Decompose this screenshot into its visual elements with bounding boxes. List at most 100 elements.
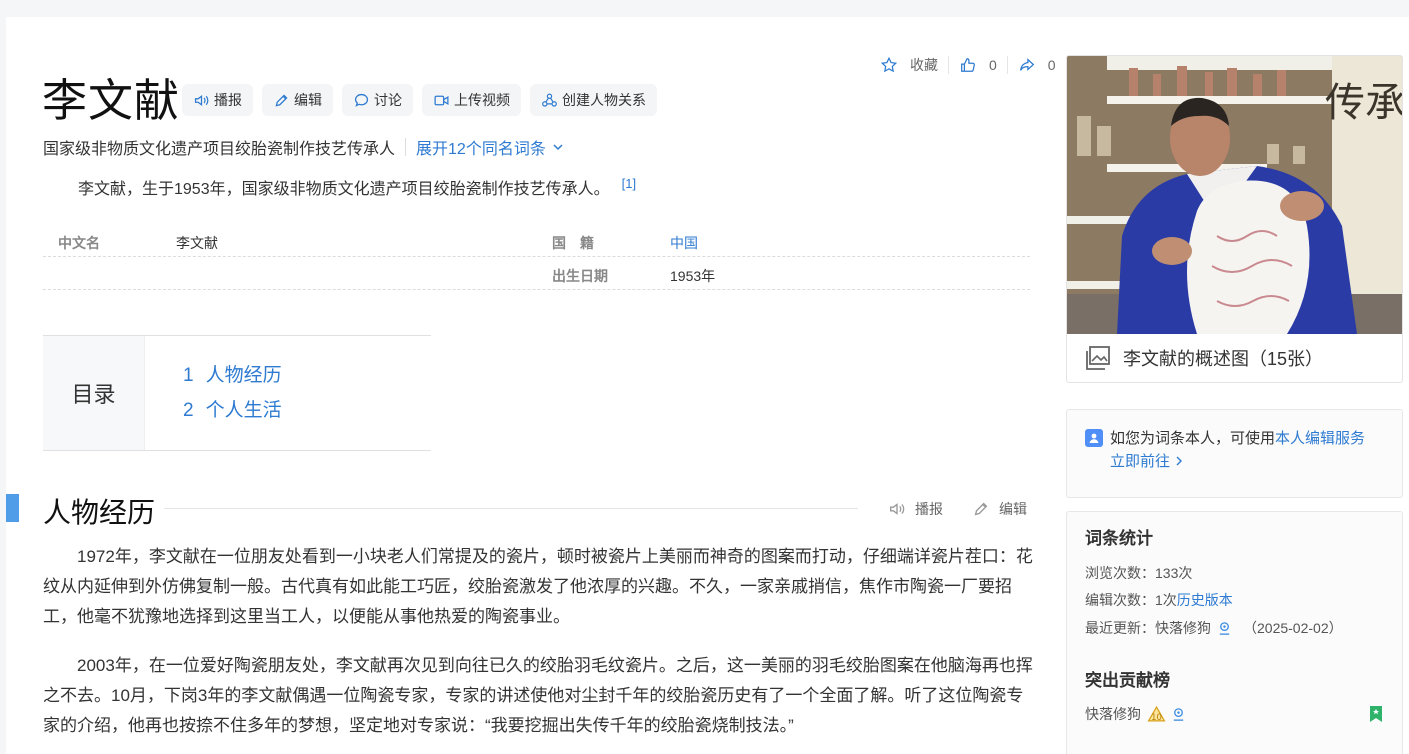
self-edit-prompt-text: 如您为词条本人，可使用 xyxy=(1110,430,1276,447)
toc-item-number: 2 xyxy=(183,400,194,421)
section-actions: 播报 编辑 xyxy=(888,499,1027,519)
share-count: 0 xyxy=(1047,57,1056,73)
section-broadcast-label: 播报 xyxy=(915,501,943,517)
toc-list: 1 人物经历 2 个人生活 xyxy=(145,336,282,450)
section-divider xyxy=(164,508,858,509)
self-edit-service-link[interactable]: 本人编辑服务 xyxy=(1275,430,1365,447)
last-updated-row: 最近更新： 快落修狗 （2025-02-02） xyxy=(1085,618,1343,638)
edits-row: 编辑次数： 1次 历史版本 xyxy=(1085,590,1233,610)
basic-info-label: 国 籍 xyxy=(552,235,594,251)
warning-badge-icon: 10 xyxy=(1147,705,1166,721)
stats-title: 词条统计 xyxy=(1085,529,1153,548)
nationality-link[interactable]: 中国 xyxy=(670,233,698,253)
views-row: 浏览次数： 133次 xyxy=(1085,563,1192,583)
updated-label: 最近更新： xyxy=(1085,620,1155,636)
divider xyxy=(405,138,407,156)
image-gallery-icon xyxy=(1086,346,1110,370)
entry-summary: 李文献，生于1953年，国家级非物质文化遗产项目绞胎瓷制作技艺传承人。 [1] xyxy=(78,175,636,199)
upload-video-label: 上传视频 xyxy=(454,92,510,108)
page: 李文献 播报 编辑 讨论 上传视频 创建人物关系 收藏 0 0 国家级非物质文化… xyxy=(6,17,1409,754)
basic-info-row: 出生日期 1953年 xyxy=(43,257,1030,290)
paragraph: 1972年，李文献在一位朋友处看到一小块老人们常提及的瓷片，顿时被瓷片上美丽而神… xyxy=(43,547,1033,626)
contributors-title: 突出贡献榜 xyxy=(1085,671,1170,690)
views-value: 133次 xyxy=(1155,565,1193,581)
speaker-icon xyxy=(890,503,905,515)
share-arrow-icon xyxy=(1019,58,1035,71)
basic-info-table: 中文名 李文献 国 籍 中国 出生日期 1953年 xyxy=(43,224,1030,290)
video-camera-icon xyxy=(434,95,449,105)
section-edit-label: 编辑 xyxy=(999,501,1027,517)
portrait-photo: 传承 xyxy=(1067,56,1402,334)
toc-item-label: 个人生活 xyxy=(205,400,282,421)
table-of-contents: 目录 1 人物经历 2 个人生活 xyxy=(43,335,431,451)
album-card[interactable]: 传承 李文献的概述图（15张） xyxy=(1066,55,1403,383)
bookmark-icon[interactable] xyxy=(1368,705,1384,723)
paragraph: 2003年，在一位爱好陶瓷朋友处，李文献再次见到向往已久的绞胎羽毛纹瓷片。之后，… xyxy=(43,656,1033,735)
edits-label: 编辑次数： xyxy=(1085,592,1155,608)
favorite-button[interactable]: 收藏 xyxy=(880,55,938,75)
relation-icon xyxy=(542,93,557,107)
contributor-name[interactable]: 快落修狗 xyxy=(1085,704,1141,724)
top-actions: 收藏 0 0 xyxy=(880,55,1056,75)
divider xyxy=(1006,56,1008,74)
entry-subtitle: 国家级非物质文化遗产项目绞胎瓷制作技艺传承人 xyxy=(43,141,396,158)
contributor-row: 快落修狗 10 xyxy=(1085,704,1192,724)
album-caption-text: 李文献的概述图（15张） xyxy=(1123,349,1324,369)
toc-item-number: 1 xyxy=(183,365,194,386)
self-edit-prompt: 如您为词条本人，可使用本人编辑服务 xyxy=(1085,427,1365,448)
toc-item-label: 人物经历 xyxy=(205,365,282,386)
expand-homonyms-link[interactable]: 展开12个同名词条 xyxy=(416,135,564,159)
entry-stats-card: 词条统计 浏览次数： 133次 编辑次数： 1次 历史版本 最近更新： 快落修狗 （20… xyxy=(1066,511,1403,754)
edit-button[interactable]: 编辑 xyxy=(262,84,333,116)
toc-heading: 目录 xyxy=(43,336,145,450)
calligraphy-text: 传承 xyxy=(1325,80,1402,126)
like-count: 0 xyxy=(989,57,997,73)
history-version-link[interactable]: 历史版本 xyxy=(1177,590,1233,610)
entry-subtitle-row: 国家级非物质文化遗产项目绞胎瓷制作技艺传承人 展开12个同名词条 xyxy=(43,135,564,159)
section-broadcast-button[interactable]: 播报 xyxy=(888,499,943,519)
user-badge-icon xyxy=(1173,707,1184,721)
like-button[interactable]: 0 xyxy=(959,56,997,74)
discuss-button[interactable]: 讨论 xyxy=(342,84,413,116)
toc-item[interactable]: 2 个人生活 xyxy=(183,393,282,428)
basic-info-label: 出生日期 xyxy=(552,268,608,284)
pencil-icon xyxy=(275,93,288,106)
star-icon xyxy=(880,56,898,73)
title-toolbar: 播报 编辑 讨论 上传视频 创建人物关系 xyxy=(182,84,657,116)
chat-bubble-icon xyxy=(354,93,369,107)
user-badge-icon xyxy=(1219,621,1230,635)
broadcast-label: 播报 xyxy=(214,92,242,108)
discuss-label: 讨论 xyxy=(374,92,402,108)
toc-item[interactable]: 1 人物经历 xyxy=(183,358,282,393)
upload-video-button[interactable]: 上传视频 xyxy=(422,84,521,116)
reference-link[interactable]: [1] xyxy=(622,176,636,191)
section-edit-button[interactable]: 编辑 xyxy=(972,499,1027,519)
summary-text: 李文献，生于1953年，国家级非物质文化遗产项目绞胎瓷制作技艺传承人。 xyxy=(78,181,610,198)
views-label: 浏览次数： xyxy=(1085,565,1155,581)
divider xyxy=(948,56,949,74)
self-edit-card: 如您为词条本人，可使用本人编辑服务 立即前往 xyxy=(1066,409,1403,498)
self-edit-text: 如您为词条本人，可使用本人编辑服务 xyxy=(1110,427,1365,448)
basic-info-value: 李文献 xyxy=(176,235,218,251)
create-relation-button[interactable]: 创建人物关系 xyxy=(530,84,657,116)
pencil-icon xyxy=(974,502,988,516)
section-marker xyxy=(6,494,19,522)
section-title: 人物经历 xyxy=(43,497,156,528)
thumbs-up-icon xyxy=(961,58,975,72)
share-button[interactable]: 0 xyxy=(1018,56,1056,74)
basic-info-label: 中文名 xyxy=(58,235,100,251)
updated-user-link[interactable]: 快落修狗 xyxy=(1155,618,1211,638)
entry-title: 李文献 xyxy=(42,75,181,126)
basic-info-value: 1953年 xyxy=(670,268,716,284)
edit-label: 编辑 xyxy=(294,92,322,108)
album-caption[interactable]: 李文献的概述图（15张） xyxy=(1067,334,1402,382)
updated-date: （2025-02-02） xyxy=(1243,620,1343,636)
basic-info-row: 中文名 李文献 国 籍 中国 xyxy=(43,224,1030,257)
svg-text:10: 10 xyxy=(1151,711,1162,721)
broadcast-button[interactable]: 播报 xyxy=(182,84,253,116)
go-now-link[interactable]: 立即前往 xyxy=(1110,450,1184,471)
user-icon xyxy=(1085,428,1103,447)
expand-homonyms-label: 展开12个同名词条 xyxy=(416,141,546,158)
speaker-icon xyxy=(194,94,209,106)
edits-value: 1次 xyxy=(1155,592,1177,608)
